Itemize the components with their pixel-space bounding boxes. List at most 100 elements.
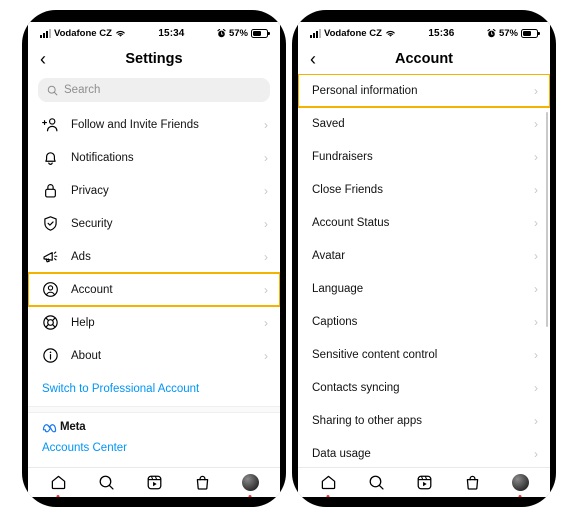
switch-to-professional-account-link[interactable]: Switch to Professional Account <box>42 383 199 395</box>
sidebar-item-label: Ads <box>71 250 91 263</box>
shield-check-icon <box>42 215 59 232</box>
search-tab[interactable] <box>361 471 391 495</box>
profile-tab[interactable] <box>235 471 265 497</box>
info-circle-icon <box>42 347 59 364</box>
lifebuoy-icon <box>42 314 59 331</box>
search-tab[interactable] <box>91 471 121 495</box>
status-right-group: 57% <box>487 27 540 39</box>
list-item-label: Fundraisers <box>312 150 373 163</box>
right-phone-frame: Vodafone CZ 15:36 57% ‹ Account Personal… <box>292 10 556 507</box>
meta-wordmark: Meta <box>60 421 86 433</box>
chevron-right-icon: › <box>264 315 268 330</box>
chevron-right-icon: › <box>264 249 268 264</box>
sidebar-item-help[interactable]: Help › <box>28 306 280 339</box>
section-divider <box>28 406 280 413</box>
sidebar-item-security[interactable]: Security › <box>28 207 280 240</box>
right-phone-screen: Vodafone CZ 15:36 57% ‹ Account Personal… <box>298 22 550 497</box>
sidebar-item-label: Security <box>71 217 113 230</box>
shop-tab[interactable] <box>187 471 217 495</box>
clock-label: 15:34 <box>158 27 185 39</box>
list-item-label: Contacts syncing <box>312 381 400 394</box>
list-item-captions[interactable]: Captions › <box>298 305 550 338</box>
left-phone-frame: Vodafone CZ 15:34 57% ‹ Settings Search … <box>22 10 286 507</box>
sidebar-item-account[interactable]: Account › <box>28 272 280 307</box>
sidebar-item-label: Notifications <box>71 151 134 164</box>
back-button[interactable]: ‹ <box>40 50 56 68</box>
list-item-label: Avatar <box>312 249 346 262</box>
profile-tab[interactable] <box>505 471 535 497</box>
list-item-data-usage[interactable]: Data usage › <box>298 437 550 467</box>
list-item-label: Close Friends <box>312 183 383 196</box>
alarm-icon <box>487 28 496 38</box>
shop-tab[interactable] <box>457 471 487 495</box>
left-tab-bar <box>28 467 280 497</box>
list-item-sharing-to-other-apps[interactable]: Sharing to other apps › <box>298 404 550 437</box>
back-button[interactable]: ‹ <box>310 50 326 68</box>
accounts-center-row[interactable]: Accounts Center <box>42 438 266 456</box>
chevron-right-icon: › <box>534 281 538 296</box>
battery-percent-label: 57% <box>498 27 518 39</box>
notification-dot <box>326 494 330 497</box>
accounts-center-link[interactable]: Accounts Center <box>42 442 127 454</box>
home-icon <box>50 474 67 491</box>
sidebar-item-ads[interactable]: Ads › <box>28 240 280 273</box>
reels-tab[interactable] <box>139 471 169 495</box>
clock-label: 15:36 <box>428 27 455 39</box>
list-item-label: Saved <box>312 117 345 130</box>
search-placeholder: Search <box>64 84 101 96</box>
list-item-account-status[interactable]: Account Status › <box>298 206 550 239</box>
reels-icon <box>416 474 433 491</box>
switch-professional-row[interactable]: Switch to Professional Account <box>28 372 280 406</box>
shopping-bag-icon <box>194 474 211 491</box>
sidebar-item-privacy[interactable]: Privacy › <box>28 174 280 207</box>
search-icon <box>98 474 115 491</box>
sidebar-item-about[interactable]: About › <box>28 339 280 372</box>
list-item-label: Language <box>312 282 364 295</box>
chevron-right-icon: › <box>534 314 538 329</box>
list-item-label: Captions <box>312 315 358 328</box>
search-icon <box>368 474 385 491</box>
list-item-saved[interactable]: Saved › <box>298 107 550 140</box>
notification-dot <box>56 494 60 497</box>
chevron-right-icon: › <box>264 117 268 132</box>
vertical-scrollbar[interactable] <box>546 112 548 327</box>
wifi-icon <box>115 29 126 38</box>
battery-icon <box>521 28 540 38</box>
reels-tab[interactable] <box>409 471 439 495</box>
list-item-label: Data usage <box>312 447 371 460</box>
list-item-close-friends[interactable]: Close Friends › <box>298 173 550 206</box>
chevron-right-icon: › <box>264 150 268 165</box>
list-item-contacts-syncing[interactable]: Contacts syncing › <box>298 371 550 404</box>
page-title: Settings <box>125 51 183 67</box>
screenshot-stage: Vodafone CZ 15:34 57% ‹ Settings Search … <box>0 0 580 512</box>
list-item-label: Sharing to other apps <box>312 414 422 427</box>
list-item-avatar[interactable]: Avatar › <box>298 239 550 272</box>
chevron-right-icon: › <box>534 413 538 428</box>
meta-logo-row: Meta <box>42 421 266 433</box>
list-item-fundraisers[interactable]: Fundraisers › <box>298 140 550 173</box>
status-right-group: 57% <box>217 28 270 39</box>
chevron-right-icon: › <box>534 83 538 98</box>
list-item-label: Personal information <box>312 84 418 97</box>
profile-avatar-icon <box>511 474 529 491</box>
list-item-label: Account Status <box>312 216 390 229</box>
sidebar-item-notifications[interactable]: Notifications › <box>28 141 280 174</box>
list-item-language[interactable]: Language › <box>298 272 550 305</box>
battery-icon <box>251 28 270 38</box>
home-tab[interactable] <box>313 471 343 497</box>
sidebar-item-follow-and-invite-friends[interactable]: Follow and Invite Friends › <box>28 108 280 141</box>
right-tab-bar <box>298 467 550 497</box>
lock-icon <box>42 182 59 199</box>
meta-brand-block: Meta Accounts Center <box>28 413 280 456</box>
notification-dot <box>518 494 522 497</box>
list-item-sensitive-content-control[interactable]: Sensitive content control › <box>298 338 550 371</box>
megaphone-icon <box>42 248 59 265</box>
account-list: Personal information › Saved › Fundraise… <box>298 74 550 467</box>
search-input[interactable]: Search <box>38 78 270 102</box>
chevron-right-icon: › <box>264 183 268 198</box>
right-status-bar: Vodafone CZ 15:36 57% <box>298 22 550 44</box>
carrier-label: Vodafone CZ <box>324 27 382 39</box>
list-item-personal-information[interactable]: Personal information › <box>298 74 550 108</box>
chevron-right-icon: › <box>534 182 538 197</box>
home-tab[interactable] <box>43 471 73 497</box>
